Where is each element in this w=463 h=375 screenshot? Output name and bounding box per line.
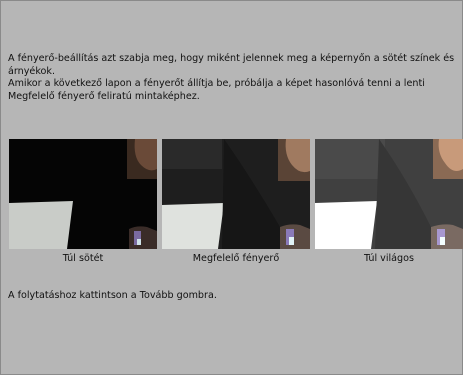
sample-image-too-bright bbox=[315, 139, 463, 249]
instructions-text: A fényerő-beállítás azt szabja meg, hogy… bbox=[8, 53, 456, 103]
intro-paragraph-2: Amikor a következő lapon a fényerőt állí… bbox=[8, 78, 425, 102]
caption-too-bright: Túl világos bbox=[363, 253, 415, 264]
continue-instruction: A folytatáshoz kattintson a Tovább gombr… bbox=[8, 290, 217, 301]
intro-paragraph-1: A fényerő-beállítás azt szabja meg, hogy… bbox=[8, 53, 455, 77]
caption-correct-brightness: Megfelelő fényerő bbox=[192, 253, 280, 264]
sample-image-correct-brightness bbox=[162, 139, 310, 249]
calibration-panel: A fényerő-beállítás azt szabja meg, hogy… bbox=[0, 0, 463, 375]
sample-images bbox=[9, 139, 463, 251]
caption-too-dark: Túl sötét bbox=[62, 253, 104, 264]
sample-image-too-dark bbox=[9, 139, 157, 249]
